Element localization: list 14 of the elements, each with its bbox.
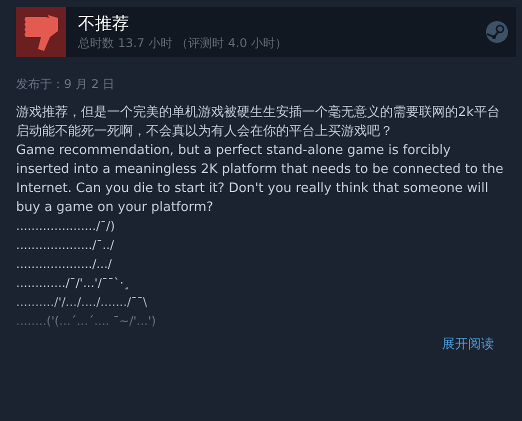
ascii-art-line: ..................../.../ xyxy=(16,256,113,273)
steam-icon xyxy=(486,21,508,43)
review-paragraph: Game recommendation, but a perfect stand-alone game is forcibly inserted into a meaningless 2K platform that needs to be connected to the Internet. Can you die to start it? Don't you really think that someone will buy a game on your platform? xyxy=(16,142,504,217)
ascii-art-line: ............./¯/'...'/¯¯`·¸ xyxy=(16,275,131,292)
posted-date: 发布于：9 月 2 日 xyxy=(16,76,116,93)
ascii-art-line: ........('(...´...´.... ¯~/'...') xyxy=(16,313,157,330)
playtime-text: 总时数 13.7 小时 xyxy=(78,36,172,50)
expand-link[interactable]: 展开阅读 xyxy=(442,335,494,353)
verdict-title: 不推荐 xyxy=(78,14,130,34)
ascii-art-line: ...................../¯/) xyxy=(16,218,116,235)
ascii-art-line: ..................../¯../ xyxy=(16,237,116,254)
review-time-text: （评测时 4.0 小时） xyxy=(176,36,287,50)
ascii-art-line: ........../'/.../..../......./¯¯\ xyxy=(16,294,148,311)
review-paragraph: 游戏推荐，但是一个完美的单机游戏被硬生生安插一个毫无意义的需要联网的2k平台启动能不能死一死啊，不会真以为有人会在你的平台上买游戏吧？ xyxy=(16,104,501,141)
